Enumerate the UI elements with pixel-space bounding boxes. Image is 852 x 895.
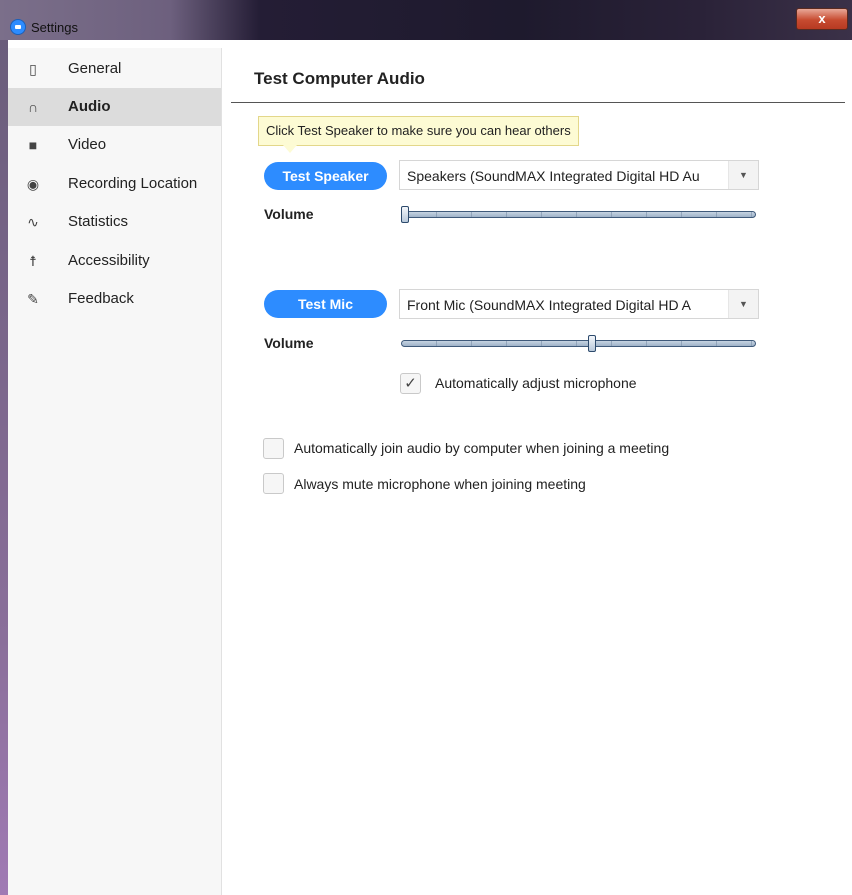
mic-device-select[interactable]: Front Mic (SoundMAX Integrated Digital H… bbox=[399, 289, 759, 319]
auto-adjust-mic-label: Automatically adjust microphone bbox=[435, 375, 637, 391]
auto-join-audio-label: Automatically join audio by computer whe… bbox=[294, 440, 670, 456]
speaker-device-select[interactable]: Speakers (SoundMAX Integrated Digital HD… bbox=[399, 160, 759, 190]
close-button[interactable]: x bbox=[796, 8, 848, 30]
slider-ticks bbox=[402, 341, 755, 346]
checkmark-icon: ✓ bbox=[404, 375, 417, 392]
auto-join-audio-checkbox[interactable] bbox=[263, 438, 284, 459]
sidebar-item-statistics[interactable]: ∿ Statistics bbox=[8, 203, 221, 241]
phone-device-icon: ▯ bbox=[29, 61, 37, 77]
test-mic-button[interactable]: Test Mic bbox=[264, 290, 387, 318]
mic-volume-thumb[interactable] bbox=[588, 335, 596, 352]
window-title: Settings bbox=[31, 20, 78, 35]
chevron-down-icon[interactable]: ▼ bbox=[728, 290, 758, 318]
feedback-pen-icon: ✎ bbox=[27, 291, 39, 307]
sidebar-item-label: Feedback bbox=[68, 290, 134, 307]
sidebar-item-label: Audio bbox=[68, 98, 111, 115]
speaker-volume-slider[interactable] bbox=[401, 211, 756, 218]
pulse-icon: ∿ bbox=[27, 214, 39, 230]
sidebar-item-video[interactable]: ■ Video bbox=[8, 126, 221, 164]
page-title: Test Computer Audio bbox=[254, 69, 425, 88]
sidebar-item-label: Accessibility bbox=[68, 252, 150, 269]
sidebar-item-recording-location[interactable]: ◉ Recording Location bbox=[8, 165, 221, 203]
accessibility-person-icon: ☨ bbox=[29, 253, 37, 269]
headphones-icon: ∩ bbox=[27, 99, 39, 115]
speaker-device-value: Speakers (SoundMAX Integrated Digital HD… bbox=[407, 168, 700, 184]
mute-mic-on-join-label: Always mute microphone when joining meet… bbox=[294, 476, 586, 492]
sidebar-item-label: Recording Location bbox=[68, 175, 198, 192]
mute-mic-on-join-checkbox[interactable] bbox=[263, 473, 284, 494]
record-circle-icon: ◉ bbox=[26, 176, 40, 192]
mic-device-value: Front Mic (SoundMAX Integrated Digital H… bbox=[407, 297, 692, 313]
test-speaker-tooltip: Click Test Speaker to make sure you can … bbox=[258, 116, 579, 153]
sidebar-item-label: Statistics bbox=[68, 213, 129, 230]
settings-sidebar: ▯ General ∩ Audio ■ Video ◉ Recording Lo… bbox=[8, 48, 222, 895]
sidebar-item-feedback[interactable]: ✎ Feedback bbox=[8, 280, 221, 318]
chevron-down-icon[interactable]: ▼ bbox=[728, 161, 758, 189]
sidebar-item-general[interactable]: ▯ General bbox=[8, 50, 221, 88]
video-camera-icon: ■ bbox=[28, 137, 38, 153]
speaker-volume-thumb[interactable] bbox=[401, 206, 409, 223]
sidebar-item-label: General bbox=[68, 60, 122, 77]
sidebar-item-audio[interactable]: ∩ Audio bbox=[8, 88, 221, 126]
test-speaker-button[interactable]: Test Speaker bbox=[264, 162, 387, 190]
slider-ticks bbox=[402, 212, 755, 217]
zoom-app-icon bbox=[10, 19, 26, 35]
sidebar-item-accessibility[interactable]: ☨ Accessibility bbox=[8, 242, 221, 280]
window-titlebar: Settings x bbox=[0, 0, 852, 40]
window-border bbox=[0, 40, 8, 895]
auto-adjust-mic-checkbox[interactable]: ✓ bbox=[400, 373, 421, 394]
heading-divider bbox=[231, 102, 845, 103]
sidebar-item-label: Video bbox=[68, 136, 107, 153]
mic-volume-label: Volume bbox=[264, 335, 314, 351]
speaker-volume-label: Volume bbox=[264, 206, 314, 222]
mic-volume-slider[interactable] bbox=[401, 340, 756, 347]
